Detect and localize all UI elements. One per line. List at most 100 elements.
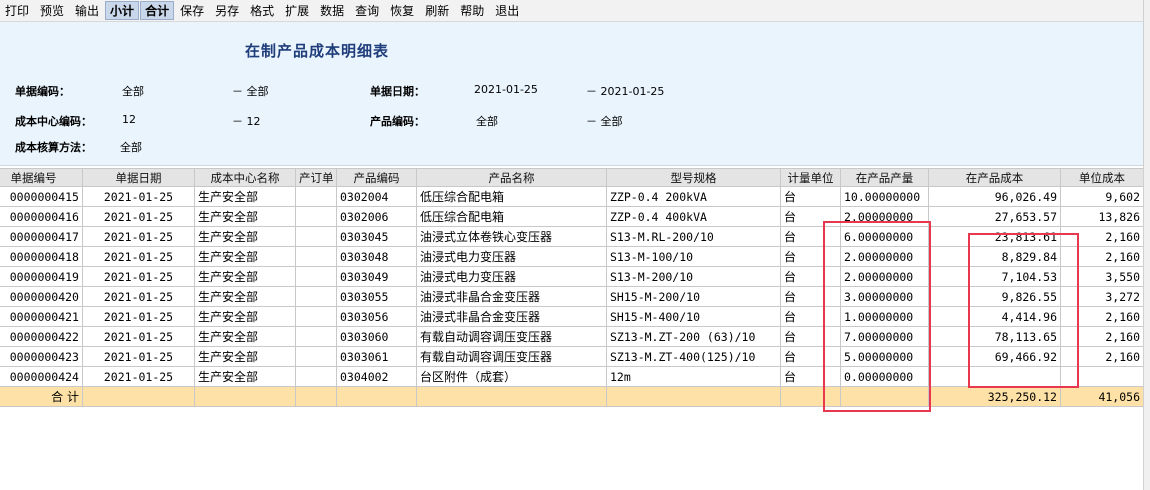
- table-cell: SH15-M-400/10: [606, 306, 781, 327]
- toolbar-button-9[interactable]: 数据: [315, 1, 349, 20]
- column-header[interactable]: 单据日期: [82, 168, 195, 187]
- doc-no-label: 单据编码：: [15, 85, 70, 98]
- table-cell: 台: [780, 346, 841, 367]
- table-row[interactable]: 0000000424 2021-01-25 生产安全部 0304002 台区附件（成套）…: [0, 366, 1143, 387]
- table-row[interactable]: 0000000416 2021-01-25 生产安全部 0302006 低压综合配电箱 Z…: [0, 206, 1143, 227]
- method-label: 成本核算方法：: [15, 141, 92, 154]
- table-cell: 生产安全部: [194, 186, 296, 207]
- table-cell: SZ13-M.ZT-200 (63)/10: [606, 326, 781, 347]
- toolbar-button-14[interactable]: 退出: [490, 1, 524, 20]
- table-cell: 78,113.65: [928, 326, 1061, 347]
- table-cell: 7,104.53: [928, 266, 1061, 287]
- table-header: 单据编号 单据日期 成本中心名称 产订单 产品编码 产品名称 型号规格 计量单位 在产品产量 在产…: [0, 168, 1143, 187]
- column-header[interactable]: 在产品成本: [928, 168, 1061, 187]
- toolbar-button-7[interactable]: 格式: [245, 1, 279, 20]
- table-cell: 0304002: [336, 366, 417, 387]
- table-cell: ZZP-0.4 400kVA: [606, 206, 781, 227]
- vertical-scrollbar[interactable]: [1143, 0, 1150, 490]
- total-label: 合 计: [0, 386, 83, 407]
- product-code-label: 产品编码：: [370, 115, 425, 128]
- total-empty-cell: [194, 386, 296, 407]
- table-row[interactable]: 0000000418 2021-01-25 生产安全部 0303048 油浸式电力变压器…: [0, 246, 1143, 267]
- table-cell: 有载自动调容调压变压器: [416, 326, 607, 347]
- table-row[interactable]: 0000000422 2021-01-25 生产安全部 0303060 有载自动调容调压…: [0, 326, 1143, 347]
- table-row[interactable]: 0000000415 2021-01-25 生产安全部 0302004 低压综合配电箱 Z…: [0, 186, 1143, 207]
- table-cell: 台: [780, 366, 841, 387]
- column-header[interactable]: 单位成本: [1060, 168, 1143, 187]
- date-label: 单据日期：: [370, 85, 425, 98]
- table-cell: 9,602: [1060, 186, 1143, 207]
- table-cell: 台: [780, 246, 841, 267]
- table-cell: [295, 366, 337, 387]
- column-header[interactable]: 计量单位: [780, 168, 841, 187]
- doc-no-from: 全部: [122, 85, 144, 98]
- table-cell: 生产安全部: [194, 206, 296, 227]
- table-cell: 0000000422: [0, 326, 83, 347]
- table-cell: 有载自动调容调压变压器: [416, 346, 607, 367]
- column-header[interactable]: 产品名称: [416, 168, 607, 187]
- table-cell: SZ13-M.ZT-400(125)/10: [606, 346, 781, 367]
- table-cell: 台: [780, 306, 841, 327]
- toolbar-button-4[interactable]: 合计: [140, 1, 175, 20]
- column-header[interactable]: 成本中心名称: [194, 168, 296, 187]
- method-value: 全部: [120, 141, 142, 154]
- table-cell: 27,653.57: [928, 206, 1061, 227]
- table-cell: 油浸式非晶合金变压器: [416, 306, 607, 327]
- table-cell: [295, 326, 337, 347]
- table-cell: [928, 366, 1061, 387]
- table-row[interactable]: 0000000423 2021-01-25 生产安全部 0303061 有载自动调容调压…: [0, 346, 1143, 367]
- total-empty-cell: [780, 386, 841, 407]
- table-cell: 0.00000000: [840, 366, 929, 387]
- toolbar-button-3[interactable]: 小计: [105, 1, 140, 20]
- table-cell: 8,829.84: [928, 246, 1061, 267]
- table-cell: S13-M-100/10: [606, 246, 781, 267]
- table-cell: 台: [780, 226, 841, 247]
- column-header[interactable]: 单据编号: [0, 168, 83, 187]
- table-cell: 0303056: [336, 306, 417, 327]
- toolbar-button-13[interactable]: 帮助: [455, 1, 489, 20]
- table-cell: 0000000420: [0, 286, 83, 307]
- column-header[interactable]: 型号规格: [606, 168, 781, 187]
- toolbar-button-0[interactable]: 打印: [0, 1, 34, 20]
- table-cell: 2.00000000: [840, 206, 929, 227]
- table-cell: 2021-01-25: [82, 346, 195, 367]
- column-header[interactable]: 在产品产量: [840, 168, 929, 187]
- cost-table: 单据编号 单据日期 成本中心名称 产订单 产品编码 产品名称 型号规格 计量单位 在产品产量 在产…: [0, 168, 1143, 407]
- table-cell: 2,160: [1060, 226, 1143, 247]
- toolbar-button-2[interactable]: 输出: [70, 1, 104, 20]
- toolbar-button-8[interactable]: 扩展: [280, 1, 314, 20]
- table-cell: 6.00000000: [840, 226, 929, 247]
- table-cell: 台: [780, 186, 841, 207]
- table-cell: 1.00000000: [840, 306, 929, 327]
- table-cell: 9,826.55: [928, 286, 1061, 307]
- table-row[interactable]: 0000000419 2021-01-25 生产安全部 0303049 油浸式电力变压器…: [0, 266, 1143, 287]
- toolbar-button-11[interactable]: 恢复: [385, 1, 419, 20]
- table-cell: 0303060: [336, 326, 417, 347]
- toolbar-button-12[interactable]: 刷新: [420, 1, 454, 20]
- table-cell: 台: [780, 206, 841, 227]
- table-row[interactable]: 0000000417 2021-01-25 生产安全部 0303045 油浸式立体卷铁心…: [0, 226, 1143, 247]
- column-header[interactable]: 产品编码: [336, 168, 417, 187]
- total-cost: 325,250.12: [928, 386, 1061, 407]
- table-cell: 96,026.49: [928, 186, 1061, 207]
- table-cell: 2,160: [1060, 246, 1143, 267]
- table-cell: 3,272: [1060, 286, 1143, 307]
- table-cell: 生产安全部: [194, 366, 296, 387]
- table-cell: 生产安全部: [194, 246, 296, 267]
- column-header[interactable]: 产订单: [295, 168, 337, 187]
- toolbar-button-10[interactable]: 查询: [350, 1, 384, 20]
- table-cell: 2021-01-25: [82, 266, 195, 287]
- table-cell: 低压综合配电箱: [416, 206, 607, 227]
- toolbar-button-1[interactable]: 预览: [35, 1, 69, 20]
- total-unit-cost: 41,056: [1060, 386, 1143, 407]
- table-row[interactable]: 0000000421 2021-01-25 生产安全部 0303056 油浸式非晶合金变…: [0, 306, 1143, 327]
- cost-center-from: 12: [122, 113, 136, 126]
- table-cell: 23,813.61: [928, 226, 1061, 247]
- toolbar-button-6[interactable]: 另存: [210, 1, 244, 20]
- toolbar-button-5[interactable]: 保存: [175, 1, 209, 20]
- table-cell: 生产安全部: [194, 346, 296, 367]
- table-cell: [1060, 366, 1143, 387]
- table-cell: 2021-01-25: [82, 186, 195, 207]
- cost-center-to: － 12: [232, 115, 261, 128]
- table-row[interactable]: 0000000420 2021-01-25 生产安全部 0303055 油浸式非晶合金变…: [0, 286, 1143, 307]
